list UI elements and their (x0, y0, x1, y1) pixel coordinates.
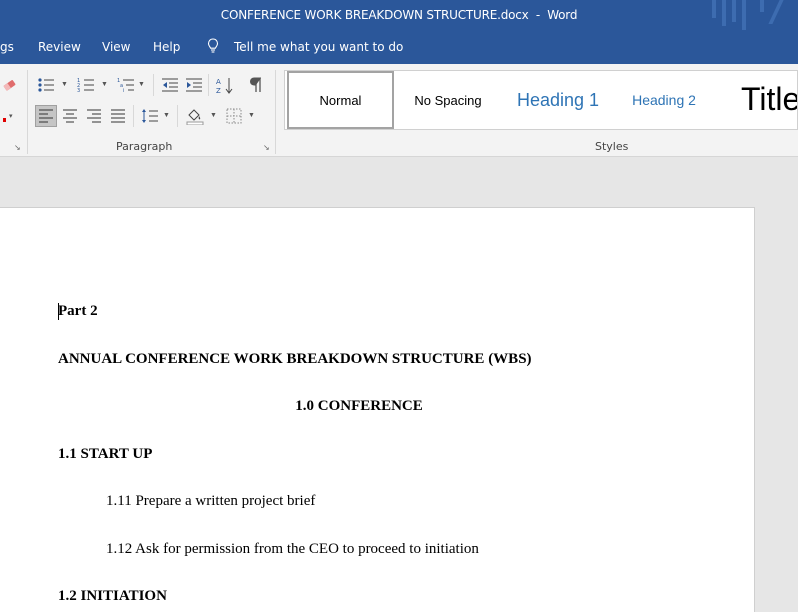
tell-me-search[interactable]: Tell me what you want to do (234, 40, 403, 54)
paragraph-dialog-launcher-icon[interactable]: ↘ (263, 143, 272, 152)
line-spacing-dropdown-icon[interactable]: ▼ (163, 112, 170, 119)
style-heading-2-label: Heading 2 (632, 92, 696, 108)
bullets-button[interactable] (35, 74, 57, 96)
styles-gallery: Normal No Spacing Heading 1 Heading 2 Ti… (284, 70, 798, 130)
title-decoration (712, 0, 716, 18)
svg-text:▾: ▾ (9, 112, 13, 120)
justify-button[interactable] (107, 105, 129, 127)
decrease-indent-button[interactable] (159, 74, 181, 96)
style-normal[interactable]: Normal (287, 71, 394, 129)
title-decoration (732, 0, 736, 22)
menu-bar: gs Review View Help Tell me what you wan… (0, 31, 798, 64)
style-heading-1[interactable]: Heading 1 (503, 71, 613, 129)
doc-part-heading[interactable]: Part 2 (58, 303, 98, 320)
svg-text:Z: Z (216, 87, 221, 94)
title-decoration (742, 0, 746, 30)
numbering-dropdown-icon[interactable]: ▼ (101, 81, 108, 88)
borders-dropdown-icon[interactable]: ▼ (248, 112, 255, 119)
doc-startup-heading[interactable]: 1.1 START UP (58, 446, 152, 463)
doc-task-1-11[interactable]: 1.11 Prepare a written project brief (106, 493, 315, 510)
multilevel-list-button[interactable]: 1ai (115, 74, 137, 96)
show-formatting-marks-icon[interactable] (245, 74, 267, 96)
lightbulb-icon (207, 38, 219, 57)
doc-wbs-title[interactable]: ANNUAL CONFERENCE WORK BREAKDOWN STRUCTU… (58, 351, 532, 368)
title-decoration (722, 0, 726, 26)
style-normal-label: Normal (319, 92, 362, 108)
doc-conference-heading[interactable]: 1.0 CONFERENCE (0, 398, 718, 415)
multilevel-dropdown-icon[interactable]: ▼ (138, 81, 145, 88)
font-color-button[interactable]: ▾ (0, 106, 16, 128)
document-name: CONFERENCE WORK BREAKDOWN STRUCTURE.docx (220, 8, 529, 22)
style-heading-2[interactable]: Heading 2 (617, 71, 711, 129)
style-no-spacing-label: No Spacing (414, 92, 482, 108)
bullets-dropdown-icon[interactable]: ▼ (61, 81, 68, 88)
ribbon-separator (133, 105, 134, 127)
title-bar: CONFERENCE WORK BREAKDOWN STRUCTURE.docx… (0, 0, 798, 31)
svg-text:i: i (123, 88, 124, 93)
app-name: Word (547, 8, 578, 22)
window-title: CONFERENCE WORK BREAKDOWN STRUCTURE.docx… (0, 8, 798, 22)
sort-icon[interactable]: AZ (214, 74, 236, 96)
align-right-button[interactable] (83, 105, 105, 127)
ribbon-separator (208, 74, 209, 96)
ribbon-separator (153, 74, 154, 96)
clear-formatting-button[interactable] (0, 74, 22, 96)
ribbon-separator (27, 70, 28, 154)
line-spacing-icon[interactable] (139, 105, 161, 127)
borders-icon[interactable] (223, 105, 245, 127)
menu-tab-settings[interactable]: gs (0, 40, 14, 54)
style-heading-1-label: Heading 1 (516, 89, 600, 110)
svg-text:3: 3 (77, 88, 80, 93)
title-decoration (760, 0, 764, 12)
style-title[interactable]: Title (725, 71, 798, 129)
menu-tab-help[interactable]: Help (153, 40, 180, 54)
shading-dropdown-icon[interactable]: ▼ (210, 112, 217, 119)
shading-icon[interactable] (184, 105, 206, 127)
menu-tab-review[interactable]: Review (38, 40, 81, 54)
ribbon-separator (275, 70, 276, 154)
doc-initiation-heading[interactable]: 1.2 INITIATION (58, 588, 167, 605)
text-cursor (58, 303, 59, 320)
styles-group-label: Styles (595, 140, 629, 153)
title-separator: - (528, 8, 548, 22)
menu-tab-view[interactable]: View (102, 40, 130, 54)
style-title-label: Title (741, 80, 798, 117)
numbering-button[interactable]: 123 (75, 74, 97, 96)
svg-text:A: A (216, 78, 221, 86)
align-center-button[interactable] (59, 105, 81, 127)
increase-indent-button[interactable] (183, 74, 205, 96)
style-no-spacing[interactable]: No Spacing (398, 71, 498, 129)
doc-task-1-12[interactable]: 1.12 Ask for permission from the CEO to … (106, 541, 479, 558)
ribbon-separator (177, 105, 178, 127)
align-left-button[interactable] (35, 105, 57, 127)
paragraph-group-label: Paragraph (116, 140, 173, 153)
font-dialog-launcher-icon[interactable]: ↘ (14, 143, 23, 152)
